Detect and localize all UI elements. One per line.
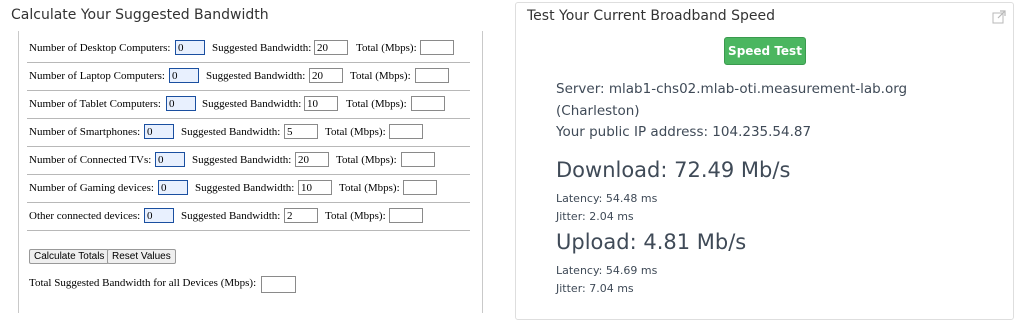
- device-row-laptop: Number of Laptop Computers: Suggested Ba…: [27, 63, 470, 91]
- row-label: Number of Desktop Computers:: [29, 42, 171, 54]
- calculate-totals-button[interactable]: Calculate Totals: [29, 249, 110, 264]
- other-count-input[interactable]: [144, 208, 174, 223]
- suggested-label: Suggested Bandwidth:: [181, 126, 281, 138]
- smartphones-count-input[interactable]: [144, 124, 174, 139]
- row-label: Number of Tablet Computers:: [29, 98, 161, 110]
- desktop-total-input[interactable]: [420, 40, 454, 55]
- laptop-count-input[interactable]: [169, 68, 199, 83]
- tablet-count-input[interactable]: [166, 96, 196, 111]
- upload-latency: Latency: 54.69 ms: [556, 264, 658, 277]
- server-info: Server: mlab1-chs02.mlab-oti.measurement…: [556, 81, 908, 97]
- tvs-suggested-input[interactable]: [295, 152, 329, 167]
- speed-test-panel: Test Your Current Broadband Speed Speed …: [515, 2, 1014, 320]
- tvs-total-input[interactable]: [401, 152, 435, 167]
- download-jitter: Jitter: 2.04 ms: [556, 210, 634, 223]
- smartphones-suggested-input[interactable]: [284, 124, 318, 139]
- reset-values-button[interactable]: Reset Values: [107, 249, 176, 264]
- calculator-form: Number of Desktop Computers: Suggested B…: [18, 31, 483, 313]
- suggested-label: Suggested Bandwidth:: [202, 98, 302, 110]
- total-label: Total (Mbps):: [346, 98, 407, 110]
- suggested-label: Suggested Bandwidth:: [181, 210, 281, 222]
- gaming-count-input[interactable]: [158, 180, 188, 195]
- row-label: Number of Connected TVs:: [29, 154, 152, 166]
- desktop-suggested-input[interactable]: [314, 40, 348, 55]
- total-label: Total (Mbps):: [325, 126, 386, 138]
- suggested-label: Suggested Bandwidth:: [206, 70, 306, 82]
- row-label: Other connected devices:: [29, 210, 141, 222]
- device-row-connected-tvs: Number of Connected TVs: Suggested Bandw…: [27, 147, 470, 175]
- download-latency: Latency: 54.48 ms: [556, 192, 658, 205]
- upload-speed: Upload: 4.81 Mb/s: [556, 230, 747, 254]
- speed-test-button[interactable]: Speed Test: [724, 37, 806, 65]
- public-ip: Your public IP address: 104.235.54.87: [556, 124, 812, 140]
- tablet-total-input[interactable]: [411, 96, 445, 111]
- upload-jitter: Jitter: 7.04 ms: [556, 282, 634, 295]
- desktop-count-input[interactable]: [175, 40, 205, 55]
- total-label: Total (Mbps):: [350, 70, 411, 82]
- total-label: Total (Mbps):: [336, 154, 397, 166]
- device-row-tablet: Number of Tablet Computers: Suggested Ba…: [27, 91, 470, 119]
- bandwidth-calculator-panel: Calculate Your Suggested Bandwidth Numbe…: [0, 0, 500, 324]
- other-suggested-input[interactable]: [284, 208, 318, 223]
- download-speed: Download: 72.49 Mb/s: [556, 158, 791, 182]
- smartphones-total-input[interactable]: [389, 124, 423, 139]
- suggested-label: Suggested Bandwidth:: [195, 182, 295, 194]
- row-label: Number of Gaming devices:: [29, 182, 154, 194]
- device-row-other: Other connected devices: Suggested Bandw…: [27, 203, 470, 231]
- total-label: Total (Mbps):: [356, 42, 417, 54]
- gaming-total-input[interactable]: [403, 180, 437, 195]
- row-label: Number of Laptop Computers:: [29, 70, 165, 82]
- device-row-smartphones: Number of Smartphones: Suggested Bandwid…: [27, 119, 470, 147]
- server-location: (Charleston): [556, 103, 640, 119]
- gaming-suggested-input[interactable]: [298, 180, 332, 195]
- device-row-gaming: Number of Gaming devices: Suggested Band…: [27, 175, 470, 203]
- total-bandwidth-label: Total Suggested Bandwidth for all Device…: [29, 277, 257, 289]
- calculator-title: Calculate Your Suggested Bandwidth: [11, 7, 269, 23]
- other-total-input[interactable]: [389, 208, 423, 223]
- total-bandwidth-input[interactable]: [261, 276, 296, 293]
- suggested-label: Suggested Bandwidth:: [192, 154, 292, 166]
- total-label: Total (Mbps):: [325, 210, 386, 222]
- row-label: Number of Smartphones:: [29, 126, 141, 138]
- external-link-icon[interactable]: [992, 10, 1006, 24]
- device-row-desktop: Number of Desktop Computers: Suggested B…: [27, 35, 470, 63]
- tvs-count-input[interactable]: [155, 152, 185, 167]
- suggested-label: Suggested Bandwidth:: [212, 42, 312, 54]
- total-label: Total (Mbps):: [339, 182, 400, 194]
- laptop-suggested-input[interactable]: [309, 68, 343, 83]
- tablet-suggested-input[interactable]: [304, 96, 338, 111]
- speed-test-title: Test Your Current Broadband Speed: [527, 8, 776, 24]
- laptop-total-input[interactable]: [415, 68, 449, 83]
